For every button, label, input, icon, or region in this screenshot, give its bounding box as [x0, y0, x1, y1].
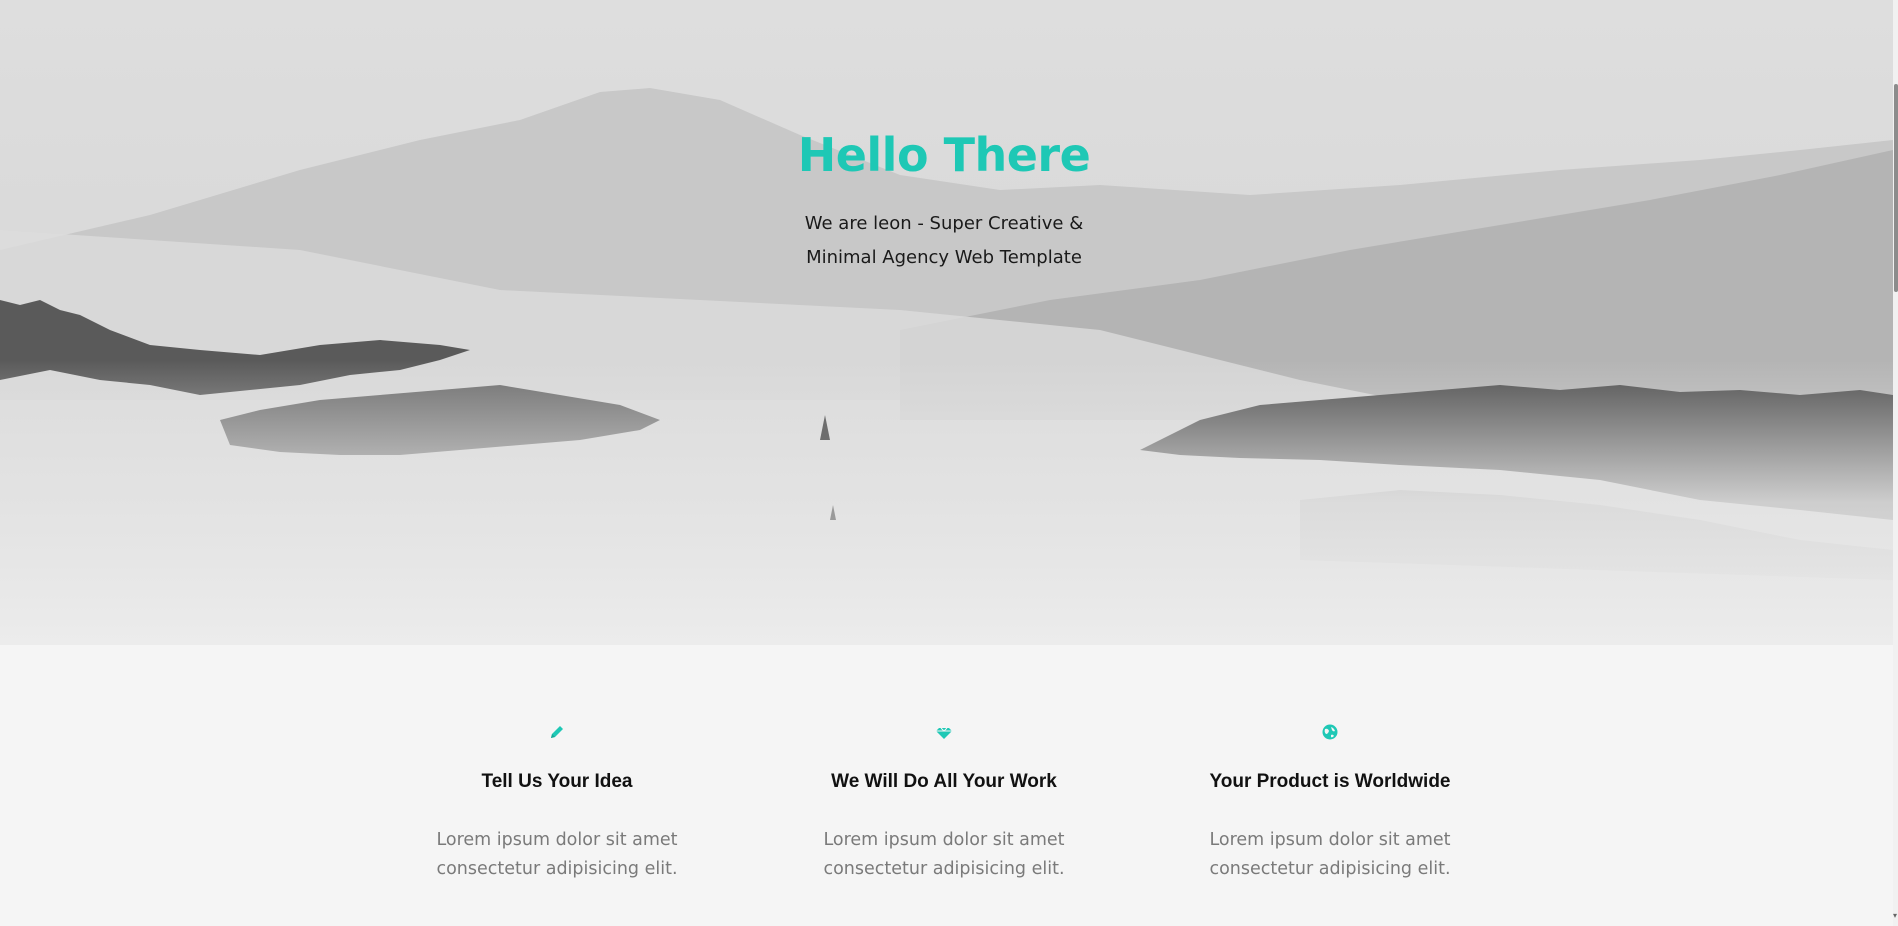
feature-text: Lorem ipsum dolor sit amet consectetur a… [1160, 826, 1500, 884]
feature-title: We Will Do All Your Work [831, 771, 1057, 792]
hero-background-image [0, 0, 1893, 645]
globe-icon [1320, 722, 1340, 742]
page-scrollbar[interactable]: ▾ [1893, 0, 1898, 926]
scroll-down-arrow-icon[interactable]: ▾ [1893, 912, 1898, 920]
hero-subtitle: We are leon - Super Creative & Minimal A… [744, 207, 1144, 275]
page: Hello There We are leon - Super Creative… [0, 0, 1898, 926]
diamond-icon [934, 722, 954, 742]
feature-text-line-1: Lorem ipsum dolor sit amet [823, 830, 1065, 850]
feature-text-line-2: consectetur adipisicing elit. [823, 859, 1065, 879]
hero-section: Hello There We are leon - Super Creative… [0, 0, 1893, 645]
scrollbar-thumb[interactable] [1894, 84, 1898, 292]
hero-subtitle-line-1: We are leon - Super Creative & [804, 213, 1084, 234]
feature-text: Lorem ipsum dolor sit amet consectetur a… [774, 826, 1114, 884]
hero-title: Hello There [797, 128, 1091, 182]
feature-text-line-2: consectetur adipisicing elit. [1209, 859, 1451, 879]
pencil-icon [547, 722, 567, 742]
feature-text: Lorem ipsum dolor sit amet consectetur a… [387, 826, 727, 884]
hero-subtitle-line-2: Minimal Agency Web Template [806, 247, 1082, 268]
features-section: Tell Us Your Idea Lorem ipsum dolor sit … [0, 645, 1893, 926]
feature-title: Tell Us Your Idea [481, 771, 633, 792]
feature-title: Your Product is Worldwide [1209, 771, 1451, 792]
feature-text-line-1: Lorem ipsum dolor sit amet [436, 830, 678, 850]
feature-text-line-2: consectetur adipisicing elit. [436, 859, 678, 879]
feature-text-line-1: Lorem ipsum dolor sit amet [1209, 830, 1451, 850]
